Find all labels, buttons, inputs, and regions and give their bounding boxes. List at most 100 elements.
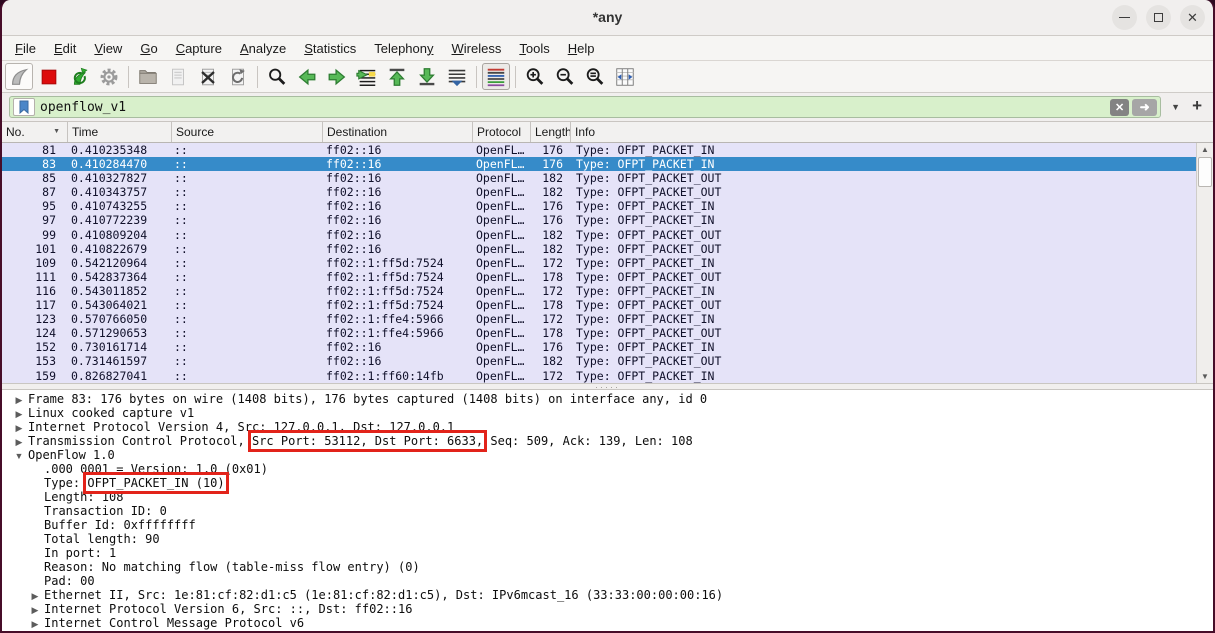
cell-length: 178 (542, 269, 563, 284)
packet-row-85[interactable]: 85 0.410327827:: ff02::16 OpenFL… 182 Type: O… (2, 171, 1213, 185)
menu-item-view[interactable]: View (85, 38, 131, 59)
filter-apply-button[interactable]: ➜ (1132, 98, 1158, 116)
detail-line[interactable]: ▶ Internet Protocol Version 4, Src: 127.0… (2, 420, 1213, 434)
filter-dropdown-chevron[interactable]: ▼ (1167, 102, 1184, 112)
column-header-time[interactable]: Time (68, 122, 172, 142)
collapsed-arrow-icon[interactable]: ▶ (26, 617, 44, 631)
zoom-out-button[interactable] (551, 63, 579, 90)
packet-row-116[interactable]: 116 0.543011852:: ff02::1:ff5d:7524 OpenFL…… (2, 284, 1213, 298)
reload-file-button[interactable] (224, 63, 252, 90)
detail-line[interactable]: ▼ OpenFlow 1.0 (2, 448, 1213, 462)
resize-columns-button[interactable] (611, 63, 639, 90)
stop-capture-button[interactable] (35, 63, 63, 90)
column-header-protocol[interactable]: Protocol (473, 122, 531, 142)
detail-line[interactable]: ▶ Internet Control Message Protocol v6 (2, 616, 1213, 630)
restart-capture-button[interactable] (65, 63, 93, 90)
menu-item-tools[interactable]: Tools (510, 38, 558, 59)
menu-item-go[interactable]: Go (131, 38, 166, 59)
filter-bookmark-button[interactable] (13, 98, 35, 116)
vertical-scrollbar[interactable]: ▲ ▼ (1196, 143, 1213, 383)
packet-row-117[interactable]: 117 0.543064021:: ff02::1:ff5d:7524 OpenFL…… (2, 298, 1213, 312)
go-forward-button[interactable] (323, 63, 351, 90)
filter-clear-button[interactable]: ✕ (1110, 98, 1130, 116)
detail-line[interactable]: Pad: 00 (2, 574, 1213, 588)
filter-input[interactable]: openflow_v1 (40, 100, 1110, 115)
zoom-original-button[interactable] (581, 63, 609, 90)
menu-item-wireless[interactable]: Wireless (443, 38, 511, 59)
packet-row-124[interactable]: 124 0.571290653:: ff02::1:ffe4:5966 OpenFL…… (2, 326, 1213, 340)
detail-line[interactable]: In port: 1 (2, 546, 1213, 560)
packet-row-152[interactable]: 152 0.730161714:: ff02::16 OpenFL… 176 Type: … (2, 340, 1213, 354)
menu-item-edit[interactable]: Edit (45, 38, 85, 59)
close-file-button[interactable] (194, 63, 222, 90)
detail-line[interactable]: ▶ Internet Protocol Version 6, Src: ::, D… (2, 602, 1213, 616)
menu-item-telephony[interactable]: Telephony (365, 38, 442, 59)
pane-splitter[interactable]: ····· (2, 383, 1213, 392)
menu-item-capture[interactable]: Capture (167, 38, 231, 59)
detail-line[interactable]: ▶ Linux cooked capture v1 (2, 406, 1213, 420)
packet-row-81[interactable]: 81 0.410235348:: ff02::16 OpenFL… 176 Type: O… (2, 143, 1213, 157)
packet-row-159[interactable]: 159 0.826827041:: ff02::1:ff60:14fb OpenFL…… (2, 369, 1213, 383)
auto-scroll-button[interactable] (443, 63, 471, 90)
packet-row-87[interactable]: 87 0.410343757:: ff02::16 OpenFL… 182 Type: O… (2, 185, 1213, 199)
collapsed-arrow-icon[interactable]: ▶ (10, 421, 28, 435)
column-header-info[interactable]: Info (571, 122, 1213, 142)
go-first-button[interactable] (383, 63, 411, 90)
filter-add-button[interactable]: + (1190, 96, 1206, 118)
maximize-button[interactable] (1146, 5, 1171, 30)
packet-row-153[interactable]: 153 0.731461597:: ff02::16 OpenFL… 182 Type: … (2, 354, 1213, 368)
packet-row-111[interactable]: 111 0.542837364:: ff02::1:ff5d:7524 OpenFL…… (2, 270, 1213, 284)
packet-row-83[interactable]: 83 0.410284470:: ff02::16 OpenFL… 176 Type: O… (2, 157, 1213, 172)
detail-line[interactable]: ▶ Ethernet II, Src: 1e:81:cf:82:d1:c5 (1e… (2, 588, 1213, 602)
toolbar-separator (257, 65, 258, 88)
go-to-packet-button[interactable] (353, 63, 381, 90)
minimize-button[interactable] (1112, 5, 1137, 30)
detail-line[interactable]: Reason: No matching flow (table-miss flo… (2, 560, 1213, 574)
close-button[interactable]: ✕ (1180, 5, 1205, 30)
colorize-button[interactable] (482, 63, 510, 90)
collapsed-arrow-icon[interactable]: ▶ (10, 393, 28, 407)
column-header-destination[interactable]: Destination (323, 122, 473, 142)
find-packet-button[interactable] (263, 63, 291, 90)
detail-line[interactable]: Type: OFPT_PACKET_IN (10) (2, 472, 1213, 494)
collapsed-arrow-icon[interactable]: ▶ (26, 603, 44, 617)
detail-line[interactable]: ▶ Frame 83: 176 bytes on wire (1408 bits)… (2, 392, 1213, 406)
packet-row-99[interactable]: 99 0.410809204:: ff02::16 OpenFL… 182 Type: O… (2, 228, 1213, 242)
packet-row-101[interactable]: 101 0.410822679:: ff02::16 OpenFL… 182 Type: … (2, 242, 1213, 256)
packet-row-123[interactable]: 123 0.570766050:: ff02::1:ffe4:5966 OpenFL…… (2, 312, 1213, 326)
cell-time: 0.410809204 (71, 227, 148, 242)
collapsed-arrow-icon[interactable]: ▶ (10, 407, 28, 421)
cell-destination: ff02::1:ff5d:7524 (326, 269, 444, 284)
menu-item-help[interactable]: Help (559, 38, 604, 59)
menu-item-statistics[interactable]: Statistics (295, 38, 365, 59)
detail-line[interactable]: Length: 108 (2, 490, 1213, 504)
menu-item-analyze[interactable]: Analyze (231, 38, 295, 59)
start-capture-button[interactable] (5, 63, 33, 90)
collapsed-arrow-icon[interactable]: ▶ (10, 435, 28, 449)
column-header-length[interactable]: Length (531, 122, 571, 142)
save-file-button[interactable] (164, 63, 192, 90)
display-filter-field[interactable]: openflow_v1 ✕ ➜ (9, 96, 1162, 118)
packet-row-109[interactable]: 109 0.542120964:: ff02::1:ff5d:7524 OpenFL…… (2, 256, 1213, 270)
column-header-no[interactable]: No. ▼ (2, 122, 68, 142)
scroll-up-arrow-icon[interactable]: ▲ (1197, 143, 1213, 156)
detail-line[interactable]: Transaction ID: 0 (2, 504, 1213, 518)
cell-destination: ff02::16 (326, 171, 382, 186)
collapsed-arrow-icon[interactable]: ▶ (26, 589, 44, 603)
detail-line[interactable]: Buffer Id: 0xffffffff (2, 518, 1213, 532)
go-back-button[interactable] (293, 63, 321, 90)
detail-line[interactable]: Total length: 90 (2, 532, 1213, 546)
go-last-button[interactable] (413, 63, 441, 90)
detail-line[interactable]: ▶ Transmission Control Protocol, Src Port… (2, 430, 1213, 452)
scroll-down-arrow-icon[interactable]: ▼ (1197, 370, 1213, 383)
packet-row-97[interactable]: 97 0.410772239:: ff02::16 OpenFL… 176 Type: O… (2, 213, 1213, 227)
scrollbar-thumb[interactable] (1198, 157, 1212, 187)
open-file-button[interactable] (134, 63, 162, 90)
capture-options-button[interactable] (95, 63, 123, 90)
menu-item-file[interactable]: File (6, 38, 45, 59)
detail-line[interactable]: .000 0001 = Version: 1.0 (0x01) (2, 462, 1213, 476)
packet-row-95[interactable]: 95 0.410743255:: ff02::16 OpenFL… 176 Type: O… (2, 199, 1213, 213)
column-header-source[interactable]: Source (172, 122, 323, 142)
expanded-arrow-icon[interactable]: ▼ (10, 449, 28, 463)
zoom-in-button[interactable] (521, 63, 549, 90)
